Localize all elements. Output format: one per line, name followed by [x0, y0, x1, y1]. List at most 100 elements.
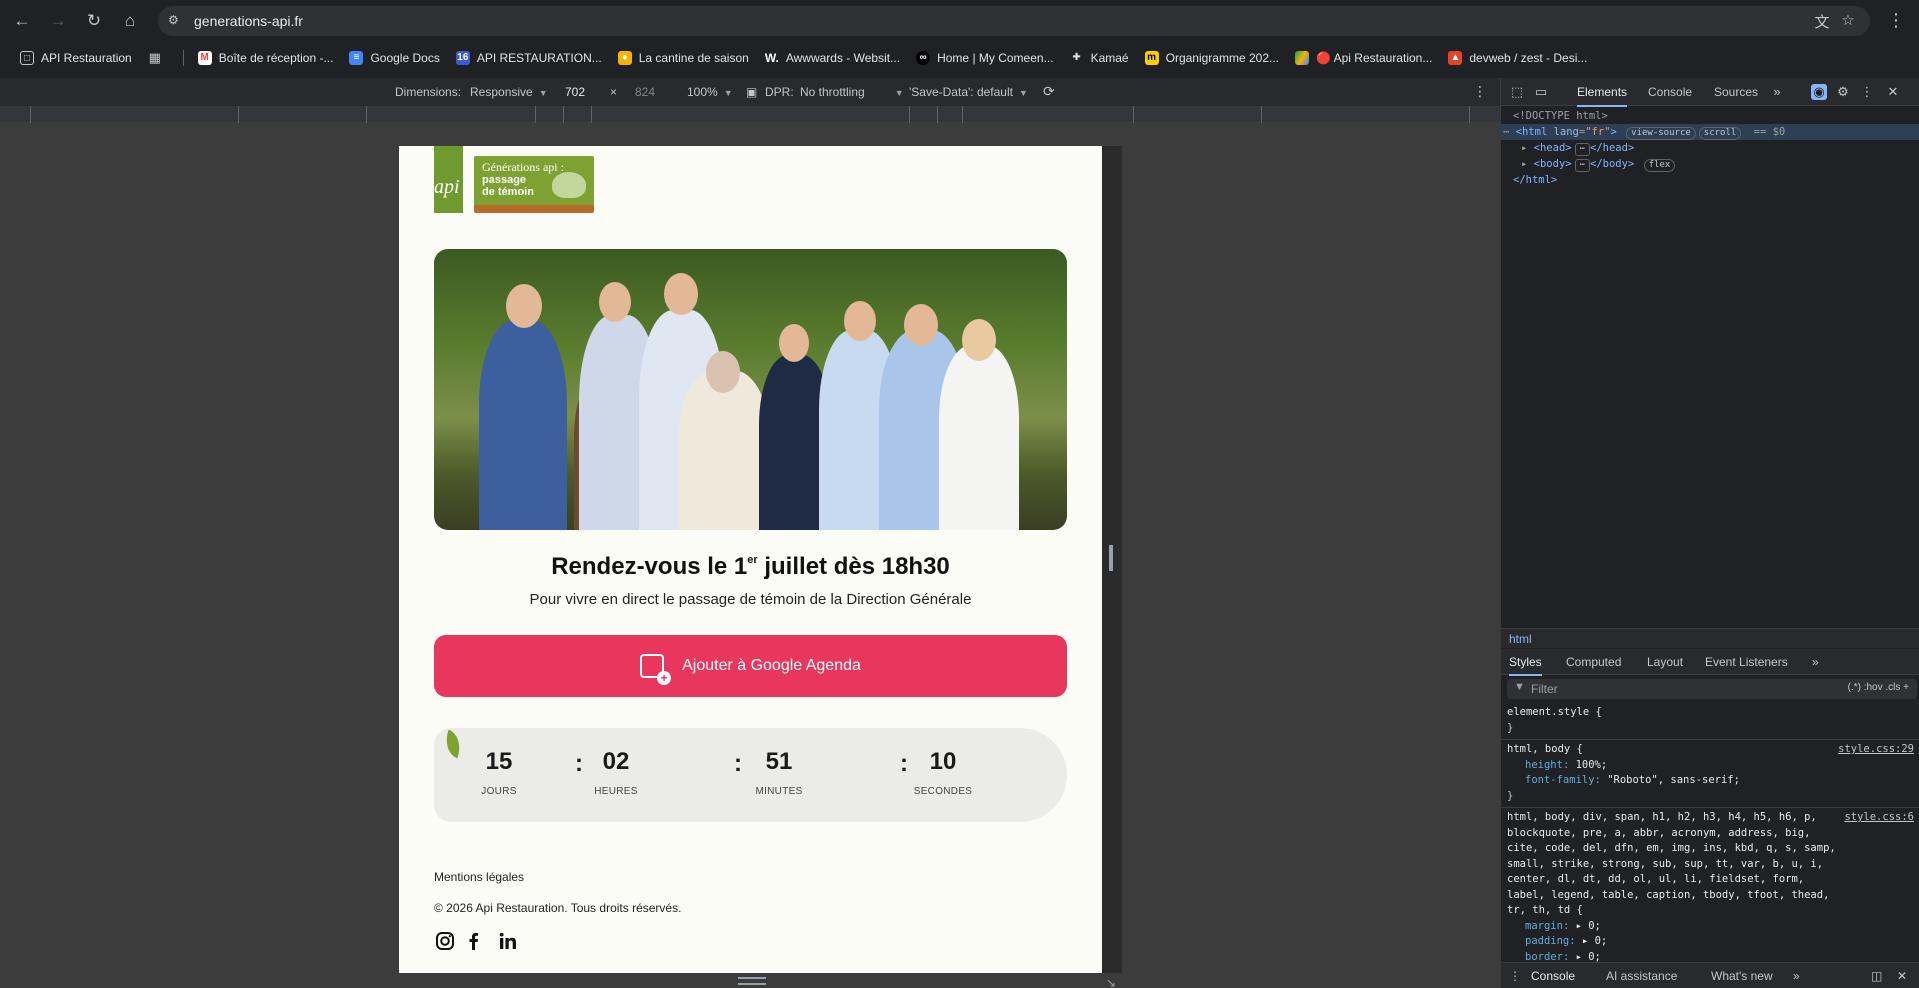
bookmark-item[interactable]: W. Awwwards - Websit... — [757, 46, 908, 70]
forward-icon[interactable]: → — [46, 9, 70, 33]
viewport-resize-handle-bottom[interactable] — [738, 977, 766, 985]
bookmark-item[interactable]: ● La cantine de saison — [610, 46, 757, 70]
width-input[interactable]: 702 — [565, 85, 585, 99]
tab-styles[interactable]: Styles — [1509, 655, 1542, 676]
more-tabs-icon[interactable]: » — [1793, 969, 1800, 983]
styles-filter-input[interactable]: ▼ Filter (.*) :hov .cls + — [1507, 679, 1917, 699]
rule-source-link[interactable]: style.css:6 — [1844, 810, 1914, 826]
address-bar[interactable]: ⚙ generations-api.fr 文 ☆ — [158, 6, 1870, 36]
device-preset-select[interactable]: Responsive ▼ — [470, 85, 548, 99]
tab-layout[interactable]: Layout — [1647, 655, 1683, 669]
height-input[interactable]: 824 — [635, 85, 655, 99]
cta-label: Ajouter à Google Agenda — [682, 657, 861, 674]
css-declaration[interactable]: height: 100%; — [1507, 758, 1914, 774]
instagram-icon[interactable] — [434, 930, 456, 952]
rotate-icon[interactable]: ⟳ — [1043, 83, 1055, 100]
ai-assistant-icon[interactable]: ◉ — [1811, 84, 1827, 100]
bookmark-item[interactable]: ✚ Kamaé — [1062, 46, 1137, 70]
css-value: 100%; — [1575, 758, 1608, 771]
viewport-resize-handle-right[interactable] — [1109, 545, 1113, 571]
drawer-tab-whats-new[interactable]: What's new — [1711, 969, 1773, 983]
dom-line-body[interactable]: ▸ <body> ⋯ </body> flex — [1501, 156, 1919, 172]
rule-reset[interactable]: style.css:6 html, body, div, span, h1, h… — [1501, 808, 1919, 968]
filter-options[interactable]: (.*) :hov .cls + — [1848, 682, 1909, 693]
zoom-select[interactable]: 100% ▼ — [687, 85, 733, 99]
css-declaration[interactable]: padding: ▸ 0; — [1507, 934, 1914, 950]
chrome-menu-icon[interactable]: ⋮ — [1887, 10, 1905, 31]
drawer-tab-ai-assistance[interactable]: AI assistance — [1606, 969, 1677, 983]
collapsed-content-badge[interactable]: ⋯ — [1574, 143, 1591, 156]
chevron-down-icon: ▼ — [1018, 88, 1028, 98]
legal-mentions-link[interactable]: Mentions légales — [434, 870, 524, 884]
calendar-icon: 16 — [455, 51, 470, 65]
linkedin-icon[interactable] — [497, 930, 519, 952]
tab-computed[interactable]: Computed — [1566, 655, 1621, 669]
url-text[interactable]: generations-api.fr — [194, 13, 303, 29]
rule-element-style[interactable]: element.style { } — [1501, 703, 1919, 740]
device-toggle-icon[interactable]: ▭ — [1533, 84, 1549, 100]
ruler-tick — [937, 106, 938, 123]
bookmark-item[interactable]: 🔴 Api Restauration... — [1287, 46, 1440, 70]
css-declaration[interactable]: margin: ▸ 0; — [1507, 919, 1914, 935]
tab-sources[interactable]: Sources — [1714, 85, 1758, 99]
headline-part-2: juillet dès 18h30 — [757, 553, 950, 580]
tab-elements[interactable]: Elements — [1577, 85, 1628, 107]
more-tabs-icon[interactable]: » — [1812, 655, 1819, 669]
style-rules: element.style { } style.css:29 html, bod… — [1501, 703, 1919, 968]
bookmark-item[interactable]: M Boîte de réception -... — [190, 46, 342, 70]
home-icon[interactable]: ⌂ — [118, 9, 142, 33]
view-source-badge[interactable]: view-source — [1626, 127, 1696, 140]
bookmark-item[interactable]: ≡ Google Docs — [341, 46, 447, 70]
api-logo[interactable]: api — [434, 146, 463, 213]
bookmark-item[interactable]: ∞ Home | My Comeen... — [908, 46, 1061, 70]
inspect-element-icon[interactable]: ⬚ — [1509, 84, 1525, 100]
breadcrumb-item-html[interactable]: html — [1509, 632, 1532, 646]
drawer-menu-icon[interactable]: ⋮ — [1509, 969, 1521, 983]
site-info-icon[interactable]: ⚙ — [168, 13, 184, 29]
devtools-menu-icon[interactable]: ⋮ — [1859, 84, 1875, 100]
dom-line-doctype[interactable]: <!DOCTYPE html> — [1501, 108, 1919, 124]
tab-event-listeners[interactable]: Event Listeners — [1705, 655, 1788, 669]
expand-arrow-icon[interactable]: ▸ — [1521, 158, 1527, 170]
generations-logo[interactable]: Générations api : passage de témoin — [474, 156, 594, 213]
bookmark-item[interactable]: ▲ devweb / zest - Desi... — [1440, 46, 1595, 70]
back-icon[interactable]: ← — [10, 9, 34, 33]
throttling-select[interactable]: No throttling ▼ — [800, 85, 904, 99]
close-icon[interactable]: ✕ — [1885, 84, 1901, 100]
close-drawer-icon[interactable]: ✕ — [1897, 969, 1907, 983]
translate-icon[interactable]: 文 — [1812, 11, 1832, 31]
bookmark-separator — [182, 50, 184, 66]
expand-arrow-icon[interactable]: ▸ — [1521, 142, 1527, 154]
css-declaration[interactable]: font-family: "Roboto", sans-serif; — [1507, 773, 1914, 789]
dom-line-html-close[interactable]: </html> — [1501, 172, 1919, 188]
viewport-resize-corner-icon[interactable]: ↘ — [1106, 976, 1116, 988]
add-to-google-calendar-button[interactable]: Ajouter à Google Agenda — [434, 635, 1067, 697]
tab-console[interactable]: Console — [1648, 85, 1692, 99]
scroll-badge[interactable]: scroll — [1698, 127, 1742, 140]
dom-line-head[interactable]: ▸ <head> ⋯ </head> — [1501, 140, 1919, 156]
bookmark-item[interactable]: m Organigramme 202... — [1137, 46, 1287, 70]
device-toolbar-menu-icon[interactable]: ⋮ — [1473, 83, 1487, 100]
media-query-ruler[interactable] — [0, 106, 1500, 123]
more-tabs-icon[interactable]: » — [1769, 84, 1785, 100]
lang-attr: lang — [1553, 126, 1579, 138]
bookmark-item[interactable]: 16 API RESTAURATION... — [448, 46, 610, 70]
dom-line-html[interactable]: ⋯ <html lang="fr"> view-source scroll == … — [1501, 124, 1919, 140]
save-data-select[interactable]: 'Save-Data': default ▼ — [909, 85, 1028, 99]
css-property: border — [1525, 950, 1563, 963]
rule-html-body[interactable]: style.css:29 html, body { height: 100%; … — [1501, 740, 1919, 808]
facebook-icon[interactable] — [463, 930, 485, 952]
ruler-tick — [1133, 106, 1134, 123]
drawer-tab-console[interactable]: Console — [1531, 969, 1575, 983]
body-tag: <body> — [1533, 158, 1572, 170]
apps-button[interactable]: ▦ — [140, 46, 177, 70]
bookmark-star-icon[interactable]: ☆ — [1838, 11, 1858, 31]
rule-source-link[interactable]: style.css:29 — [1838, 742, 1914, 758]
browser-toolbar: ← → ↻ ⌂ ⚙ generations-api.fr 文 ☆ ⋮ — [0, 0, 1919, 43]
dock-side-icon[interactable]: ◫ — [1871, 969, 1882, 983]
collapsed-content-badge[interactable]: ⋯ — [1574, 159, 1591, 172]
reload-icon[interactable]: ↻ — [82, 9, 106, 33]
bookmark-item[interactable]: □ API Restauration — [12, 46, 140, 70]
flex-badge[interactable]: flex — [1643, 159, 1676, 172]
settings-gear-icon[interactable]: ⚙ — [1835, 84, 1851, 100]
